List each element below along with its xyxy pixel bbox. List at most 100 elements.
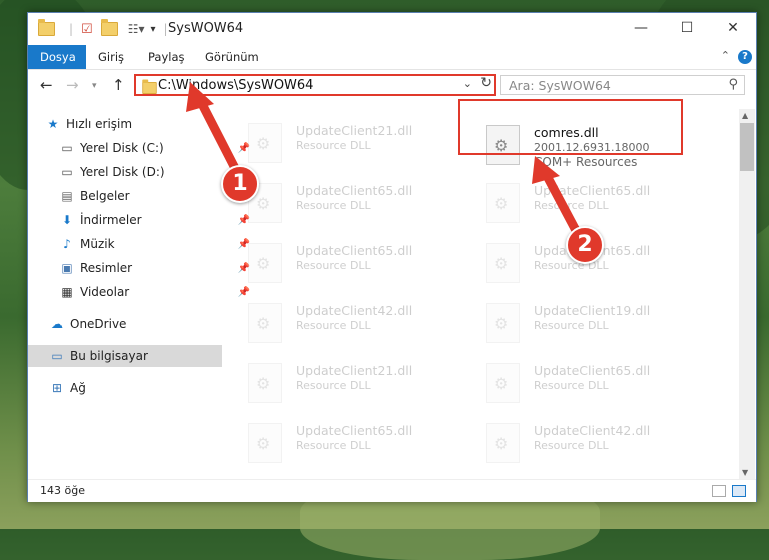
drive-icon: ▭ bbox=[61, 165, 73, 179]
close-button[interactable]: ✕ bbox=[710, 13, 756, 43]
nav-item-label: Resimler bbox=[80, 261, 133, 275]
tab-share[interactable]: Paylaş bbox=[136, 45, 197, 69]
dropdown-icon[interactable]: ▾ bbox=[150, 24, 155, 35]
nav-item-downloads[interactable]: ⬇ İndirmeler 📌 bbox=[28, 209, 254, 231]
nav-item-label: Yerel Disk (C:) bbox=[80, 141, 164, 155]
nav-item-label: Müzik bbox=[80, 237, 115, 251]
file-desc: Resource DLL bbox=[534, 259, 609, 272]
new-folder-icon[interactable] bbox=[100, 19, 118, 36]
scroll-down-icon[interactable]: ▼ bbox=[742, 468, 748, 477]
file-name: UpdateClient42.dll bbox=[296, 303, 413, 318]
file-name: UpdateClient65.dll bbox=[296, 423, 413, 438]
nav-item-drive-c[interactable]: ▭ Yerel Disk (C:) 📌 bbox=[28, 137, 254, 159]
computer-icon: ▭ bbox=[51, 349, 63, 363]
dll-file-icon bbox=[248, 423, 282, 463]
forward-button[interactable]: → bbox=[66, 76, 79, 94]
recent-locations-icon[interactable]: ▾ bbox=[92, 81, 97, 91]
refresh-icon[interactable]: ↻ bbox=[480, 75, 492, 91]
address-path[interactable]: C:\Windows\SysWOW64 bbox=[158, 78, 313, 93]
dll-file-icon bbox=[486, 363, 520, 403]
file-name: UpdateClient65.dll bbox=[296, 243, 413, 258]
help-icon[interactable]: ? bbox=[738, 50, 752, 64]
dll-file-icon bbox=[486, 183, 520, 223]
nav-item-label: Ağ bbox=[70, 381, 86, 395]
navigation-pane: ★ Hızlı erişim ▭ Yerel Disk (C:) 📌 ▭ Yer… bbox=[28, 109, 250, 475]
list-item[interactable]: UpdateClient42.dll Resource DLL bbox=[462, 419, 692, 469]
item-count: 143 öğe bbox=[40, 484, 85, 497]
scroll-up-icon[interactable]: ▲ bbox=[742, 111, 748, 120]
list-item[interactable]: UpdateClient21.dll Resource DLL bbox=[224, 359, 454, 409]
highlight-box bbox=[458, 99, 683, 155]
nav-item-network[interactable]: ⊞ Ağ bbox=[28, 377, 244, 399]
file-name: UpdateClient42.dll bbox=[534, 423, 651, 438]
list-item[interactable]: UpdateClient65.dll Resource DLL bbox=[462, 179, 692, 229]
folder-icon bbox=[38, 19, 55, 36]
vertical-scrollbar[interactable]: ▲ ▼ bbox=[739, 109, 755, 479]
file-desc: Resource DLL bbox=[296, 199, 371, 212]
maximize-button[interactable]: ☐ bbox=[664, 13, 710, 43]
nav-item-videos[interactable]: ▦ Videolar 📌 bbox=[28, 281, 254, 303]
list-item[interactable]: UpdateClient65.dll Resource DLL bbox=[224, 419, 454, 469]
dll-file-icon bbox=[486, 423, 520, 463]
callout-badge-2: 2 bbox=[566, 226, 604, 264]
list-item[interactable]: UpdateClient65.dll Resource DLL bbox=[224, 239, 454, 289]
collapse-ribbon-icon[interactable]: ⌃ bbox=[721, 49, 730, 62]
file-desc: Resource DLL bbox=[296, 139, 371, 152]
back-button[interactable]: ← bbox=[40, 76, 53, 94]
dll-file-icon bbox=[248, 363, 282, 403]
file-name: UpdateClient21.dll bbox=[296, 363, 413, 378]
address-bar[interactable]: C:\Windows\SysWOW64 ⌄ ↻ bbox=[134, 74, 496, 96]
search-placeholder: Ara: SysWOW64 bbox=[509, 78, 611, 93]
window-title: SysWOW64 bbox=[168, 21, 244, 36]
tab-view[interactable]: Görünüm bbox=[193, 45, 271, 69]
scrollbar-thumb[interactable] bbox=[740, 123, 754, 171]
pictures-icon: ▣ bbox=[61, 261, 73, 275]
nav-item-label: Hızlı erişim bbox=[66, 117, 133, 131]
file-name: UpdateClient65.dll bbox=[534, 183, 651, 198]
list-item[interactable]: UpdateClient19.dll Resource DLL bbox=[462, 299, 692, 349]
nav-item-label: Bu bilgisayar bbox=[70, 349, 148, 363]
network-icon: ⊞ bbox=[51, 381, 63, 395]
nav-quick-access[interactable]: ★ Hızlı erişim bbox=[28, 113, 240, 135]
chevron-down-icon[interactable]: ⌄ bbox=[463, 77, 472, 90]
nav-item-documents[interactable]: ▤ Belgeler 📌 bbox=[28, 185, 254, 207]
list-item[interactable]: UpdateClient21.dll Resource DLL bbox=[224, 119, 454, 169]
nav-item-music[interactable]: ♪ Müzik 📌 bbox=[28, 233, 254, 255]
customize-icon[interactable]: ☷▾ bbox=[128, 22, 145, 36]
search-box[interactable]: Ara: SysWOW64 ⚲ bbox=[500, 75, 745, 95]
tiles-view-icon[interactable] bbox=[732, 485, 746, 497]
drive-icon: ▭ bbox=[61, 141, 73, 155]
tab-file[interactable]: Dosya bbox=[28, 45, 86, 69]
title-bar: | ☑ ☷▾ ▾ | SysWOW64 — ☐ ✕ bbox=[28, 13, 756, 45]
nav-item-drive-d[interactable]: ▭ Yerel Disk (D:) 📌 bbox=[28, 161, 254, 183]
nav-item-label: Yerel Disk (D:) bbox=[80, 165, 165, 179]
list-item[interactable]: UpdateClient42.dll Resource DLL bbox=[224, 299, 454, 349]
cloud-icon: ☁ bbox=[51, 317, 63, 331]
file-list: UpdateClient21.dll Resource DLL UpdateCl… bbox=[224, 109, 738, 475]
nav-item-this-pc[interactable]: ▭ Bu bilgisayar bbox=[28, 345, 222, 367]
file-name: UpdateClient19.dll bbox=[534, 303, 651, 318]
quick-access-toolbar: | ☑ ☷▾ ▾ | bbox=[38, 19, 168, 38]
explorer-window: | ☑ ☷▾ ▾ | SysWOW64 — ☐ ✕ Dosya Giriş Pa… bbox=[27, 12, 757, 502]
minimize-button[interactable]: — bbox=[618, 13, 664, 43]
music-icon: ♪ bbox=[63, 237, 71, 251]
nav-item-label: Videolar bbox=[80, 285, 130, 299]
folder-icon bbox=[142, 79, 157, 94]
nav-item-pictures[interactable]: ▣ Resimler 📌 bbox=[28, 257, 254, 279]
file-desc: Resource DLL bbox=[296, 439, 371, 452]
file-name: UpdateClient65.dll bbox=[296, 183, 413, 198]
list-item[interactable]: UpdateClient65.dll Resource DLL bbox=[462, 359, 692, 409]
properties-icon[interactable]: ☑ bbox=[81, 22, 93, 37]
up-button[interactable]: ↑ bbox=[112, 76, 125, 94]
tab-home[interactable]: Giriş bbox=[86, 45, 136, 69]
star-icon: ★ bbox=[47, 117, 59, 131]
dll-file-icon bbox=[486, 243, 520, 283]
callout-badge-1: 1 bbox=[221, 165, 259, 203]
file-desc: Resource DLL bbox=[534, 199, 609, 212]
nav-item-label: OneDrive bbox=[70, 317, 127, 331]
details-view-icon[interactable] bbox=[712, 485, 726, 497]
file-desc: Resource DLL bbox=[296, 379, 371, 392]
nav-item-onedrive[interactable]: ☁ OneDrive bbox=[28, 313, 244, 335]
nav-item-label: Belgeler bbox=[80, 189, 130, 203]
search-icon[interactable]: ⚲ bbox=[728, 77, 738, 92]
